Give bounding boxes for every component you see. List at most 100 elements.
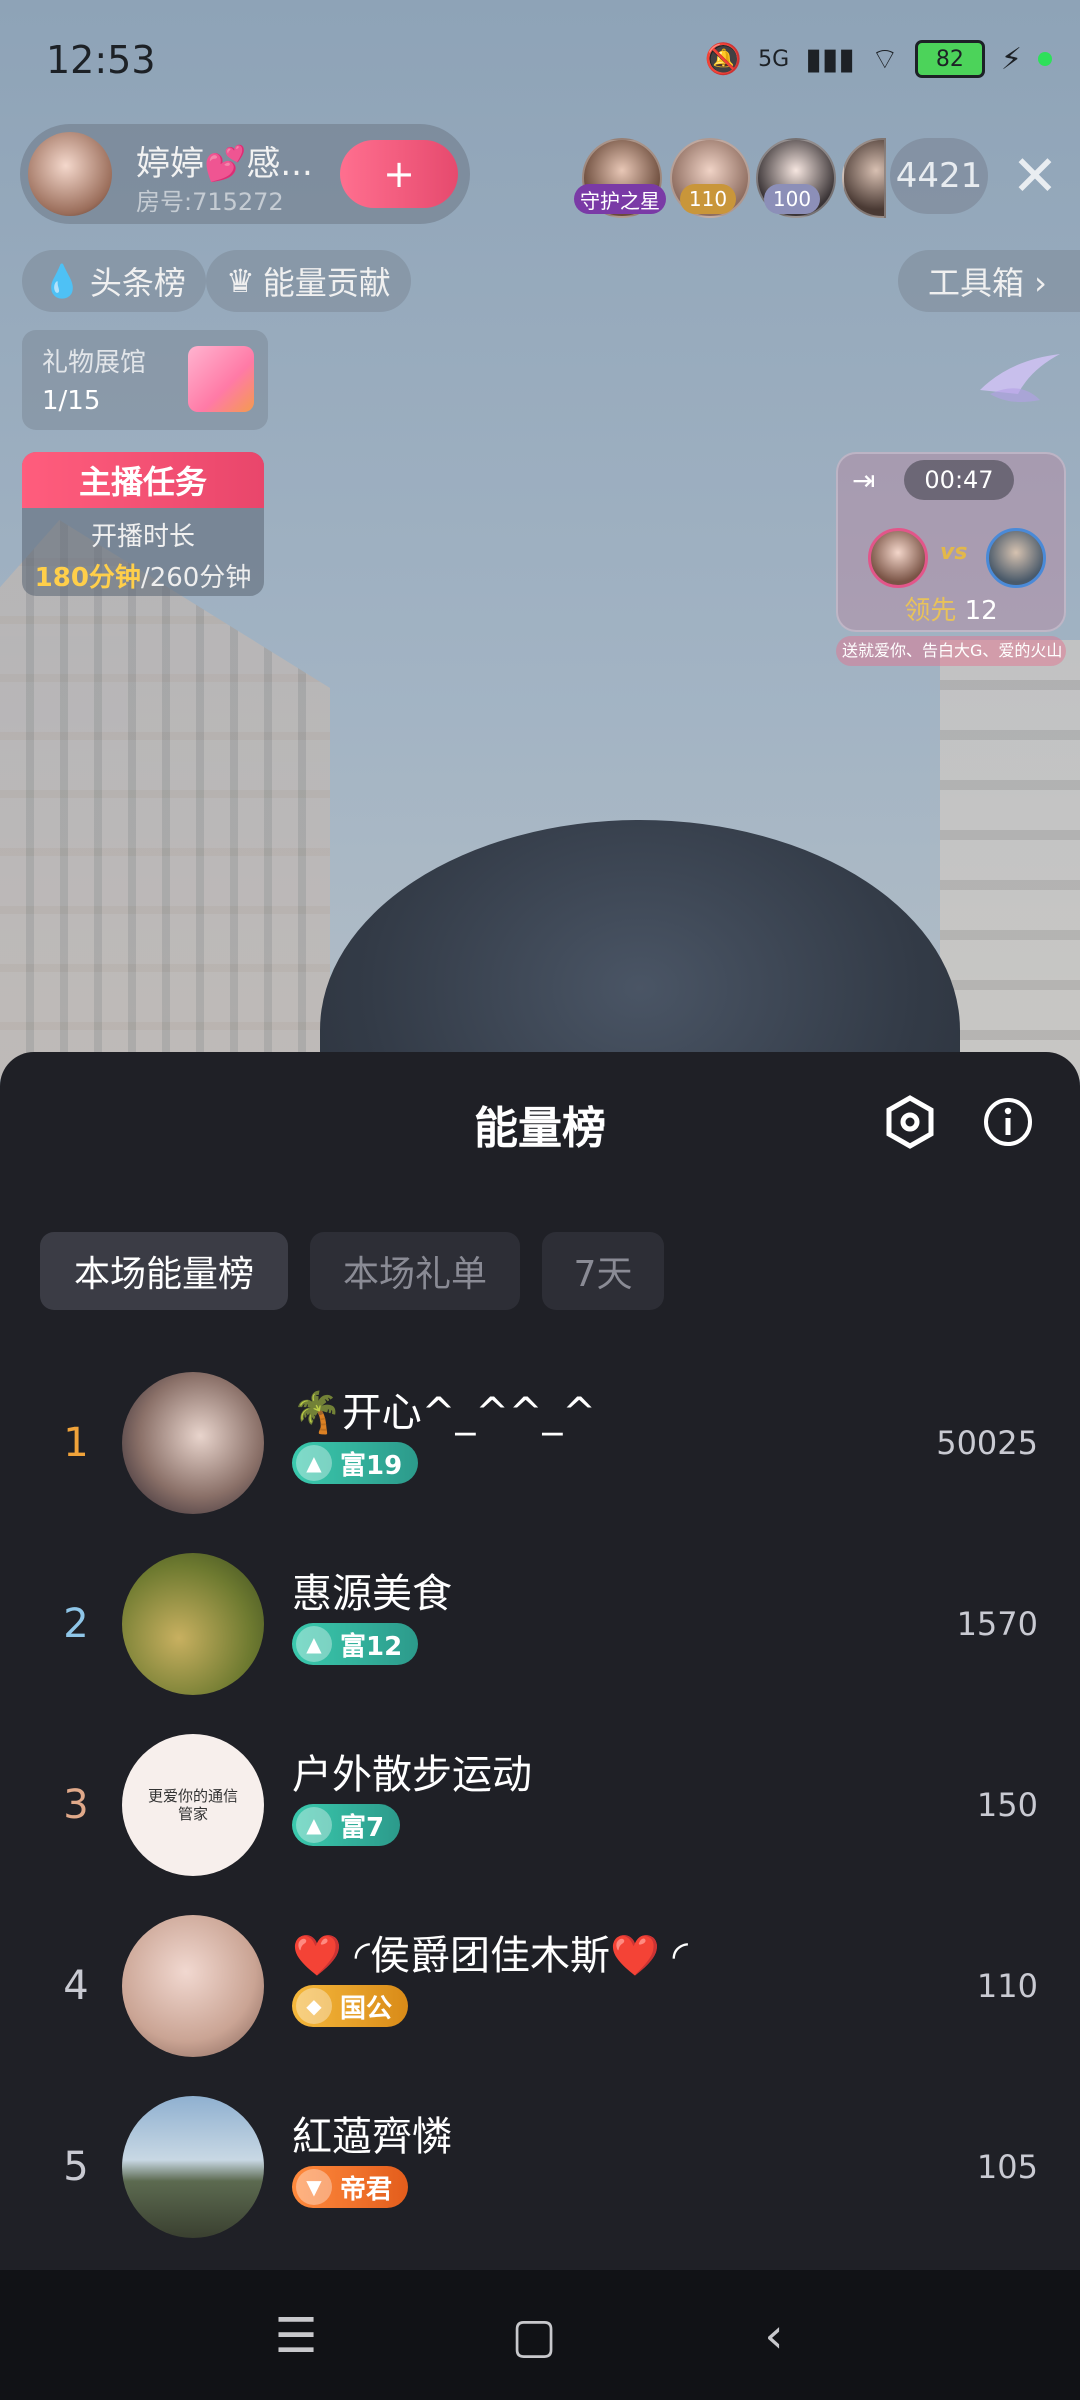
gift-hall-title: 礼物展馆 xyxy=(42,348,147,378)
user-avatar[interactable] xyxy=(122,2096,264,2238)
level-icon: ▲ xyxy=(296,1626,332,1662)
user-name: 🌴开心^_^^_^ xyxy=(292,1390,596,1436)
toolbox-button[interactable]: 工具箱 › xyxy=(898,250,1080,312)
tab-session-energy[interactable]: 本场能量榜 xyxy=(40,1232,288,1310)
viewer-badge-2: 110 xyxy=(680,184,736,214)
headline-rank-chip[interactable]: 💧 头条榜 xyxy=(22,250,206,312)
level-badge: ▲ 富12 xyxy=(292,1623,419,1665)
close-icon[interactable]: ✕ xyxy=(1004,146,1066,208)
list-item[interactable]: 4 ❤️ ◜侯爵团佳木斯❤️ ◜ ◆ 国公 110 xyxy=(0,1915,1080,2095)
status-icons: 🔕 5G ▮▮▮ ⌔ 82 ⚡ xyxy=(705,40,1052,78)
home-icon[interactable]: ▢ xyxy=(504,2306,564,2366)
list-item[interactable]: 5 紅薖齊憐 ▼ 帝君 105 xyxy=(0,2096,1080,2276)
user-name: 惠源美食 xyxy=(292,1571,452,1617)
pk-lead-status: 领先 12 xyxy=(838,590,1064,627)
signal-icon: ▮▮▮ xyxy=(805,41,855,77)
back-icon[interactable]: ‹ xyxy=(744,2306,804,2366)
gift-box-icon xyxy=(188,346,254,412)
building-right xyxy=(940,640,1080,1080)
wifi-icon: ⌔ xyxy=(870,42,899,77)
rank-number: 2 xyxy=(63,1601,89,1647)
gift-hall-count: 1/15 xyxy=(42,386,101,416)
pk-avatar-right xyxy=(986,528,1046,588)
energy-score: 110 xyxy=(976,1967,1038,2005)
level-label: 国公 xyxy=(340,1993,393,2024)
pk-lead-label: 领先 xyxy=(904,596,957,626)
rank-number: 3 xyxy=(63,1782,89,1828)
energy-score: 105 xyxy=(976,2148,1038,2186)
mute-icon: 🔕 xyxy=(704,41,743,77)
drop-icon: 💧 xyxy=(42,262,82,300)
level-label: 富12 xyxy=(340,1631,403,1662)
host-task-card[interactable]: 主播任务 开播时长 180分钟/260分钟 xyxy=(22,452,264,596)
pk-timer: 00:47 xyxy=(904,460,1014,500)
crown-icon: ♛ xyxy=(226,262,255,300)
energy-score: 150 xyxy=(976,1786,1038,1824)
rank-number: 5 xyxy=(63,2144,89,2190)
level-label: 富19 xyxy=(340,1450,403,1481)
info-icon[interactable] xyxy=(978,1092,1038,1152)
level-badge: ▲ 富19 xyxy=(292,1442,419,1484)
level-icon: ◆ xyxy=(296,1988,332,2024)
network-label: 5G xyxy=(758,46,790,72)
hexagon-settings-icon[interactable] xyxy=(880,1092,940,1152)
pk-vs-label: vs xyxy=(940,540,968,565)
privacy-dot-icon xyxy=(1038,52,1052,66)
user-avatar[interactable] xyxy=(122,1915,264,2057)
list-item[interactable]: 1 🌴开心^_^^_^ ▲ 富19 50025 xyxy=(0,1372,1080,1552)
pk-ticker: 送就爱你、告白大G、爱的火山 送就爱你 xyxy=(836,636,1066,666)
energy-score: 1570 xyxy=(956,1605,1038,1643)
host-task-progress-total: /260分钟 xyxy=(140,563,252,593)
host-task-progress-done: 180分钟 xyxy=(34,563,141,593)
user-avatar[interactable]: 更爱你的通信管家 xyxy=(122,1734,264,1876)
rank-number: 1 xyxy=(63,1420,89,1466)
system-nav-bar: ☰ ▢ ‹ xyxy=(0,2270,1080,2400)
host-task-subtitle: 开播时长 xyxy=(90,522,195,552)
bird-effect-icon xyxy=(980,354,1060,402)
host-task-header: 主播任务 xyxy=(22,452,264,508)
viewer-count[interactable]: 4421 xyxy=(890,138,988,214)
viewer-badge-guardian: 守护之星 xyxy=(574,184,666,214)
energy-contribution-label: 能量贡献 xyxy=(262,264,391,302)
host-avatar[interactable] xyxy=(28,132,112,216)
level-icon: ▲ xyxy=(296,1807,332,1843)
charging-icon: ⚡ xyxy=(1000,41,1022,77)
rank-number: 4 xyxy=(63,1963,89,2009)
user-avatar[interactable] xyxy=(122,1553,264,1695)
level-icon: ▼ xyxy=(296,2169,332,2205)
user-name: 户外散步运动 xyxy=(292,1752,532,1798)
pk-battle-card[interactable]: ⇥ 00:47 vs 领先 12 xyxy=(836,452,1066,632)
pk-avatar-left xyxy=(868,528,928,588)
level-icon: ▲ xyxy=(296,1445,332,1481)
host-task-progress: 180分钟/260分钟 xyxy=(22,557,264,594)
exit-icon[interactable]: ⇥ xyxy=(852,464,875,497)
level-label: 帝君 xyxy=(340,2174,393,2205)
list-item[interactable]: 3 更爱你的通信管家 户外散步运动 ▲ 富7 150 xyxy=(0,1734,1080,1914)
viewer-badge-3: 100 xyxy=(764,184,820,214)
status-bar: 12:53 🔕 5G ▮▮▮ ⌔ 82 ⚡ xyxy=(0,0,1080,120)
user-name: ❤️ ◜侯爵团佳木斯❤️ ◜ xyxy=(292,1933,689,1979)
heart-plus-icon: + xyxy=(383,152,415,196)
tab-session-gifts[interactable]: 本场礼单 xyxy=(310,1232,520,1310)
user-avatar[interactable] xyxy=(122,1372,264,1514)
user-name: 紅薖齊憐 xyxy=(292,2114,452,2160)
energy-score: 50025 xyxy=(936,1424,1038,1462)
host-info-pill[interactable]: 婷婷💕感... 房号:715272 + xyxy=(20,124,470,224)
avatar-caption: 更爱你的通信管家 xyxy=(147,1787,238,1823)
menu-icon[interactable]: ☰ xyxy=(266,2306,326,2366)
host-room-number: 房号:715272 xyxy=(136,188,284,216)
pk-lead-value: 12 xyxy=(964,596,998,626)
status-time: 12:53 xyxy=(46,38,156,82)
energy-contribution-chip[interactable]: ♛ 能量贡献 xyxy=(206,250,411,312)
gift-hall-card[interactable]: 礼物展馆 1/15 xyxy=(22,330,268,430)
battery-icon: 82 xyxy=(914,40,985,78)
level-label: 富7 xyxy=(340,1812,385,1843)
level-badge: ▼ 帝君 xyxy=(292,2166,409,2208)
tab-7-days[interactable]: 7天 xyxy=(542,1232,664,1310)
level-badge: ◆ 国公 xyxy=(292,1985,409,2027)
follow-button[interactable]: + xyxy=(340,140,458,208)
host-name: 婷婷💕感... xyxy=(136,144,313,184)
level-badge: ▲ 富7 xyxy=(292,1804,401,1846)
list-item[interactable]: 2 惠源美食 ▲ 富12 1570 xyxy=(0,1553,1080,1733)
headline-rank-label: 头条榜 xyxy=(89,264,186,302)
